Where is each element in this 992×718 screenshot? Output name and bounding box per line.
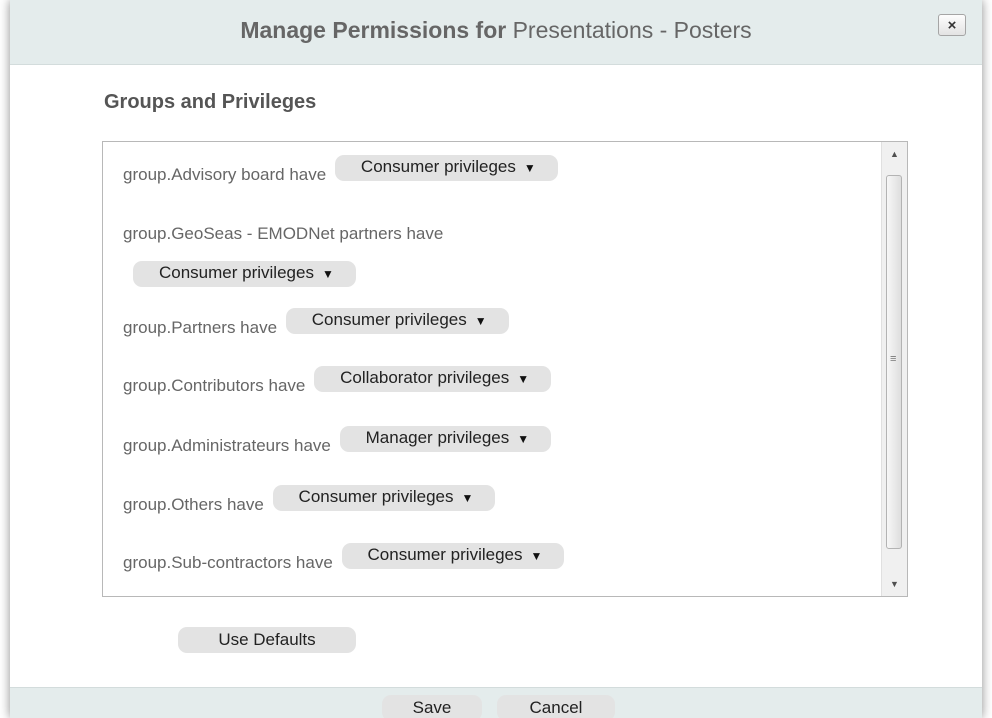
privilege-value: Collaborator privileges: [340, 368, 510, 387]
save-button[interactable]: Save: [382, 695, 482, 718]
privilege-value: Consumer privileges: [367, 545, 523, 564]
permissions-list: group.Advisory board have Consumer privi…: [102, 141, 908, 597]
permission-row-administrateurs: group.Administrateurs have Manager privi…: [123, 426, 552, 456]
privilege-dropdown[interactable]: Consumer privileges ▼: [272, 485, 496, 511]
close-button[interactable]: ×: [938, 14, 966, 36]
privilege-dropdown[interactable]: Collaborator privileges ▼: [314, 366, 552, 392]
group-label: group.Administrateurs have: [123, 436, 331, 455]
dialog-title-target: Presentations - Posters: [512, 17, 752, 43]
privilege-dropdown[interactable]: Manager privileges ▼: [339, 426, 552, 452]
caret-down-icon: ▼: [461, 491, 474, 505]
dialog-footer: Save Cancel: [10, 687, 982, 718]
permission-row-partners: group.Partners have Consumer privileges ▼: [123, 308, 509, 338]
privilege-value: Consumer privileges: [298, 487, 454, 506]
group-label: group.Others have: [123, 495, 264, 514]
group-label: group.GeoSeas - EMODNet partners have: [123, 224, 444, 243]
dialog-title-prefix: Manage Permissions for: [240, 17, 507, 43]
privilege-dropdown[interactable]: Consumer privileges ▼: [285, 308, 509, 334]
dialog-titlebar: Manage Permissions for Presentations - P…: [10, 0, 982, 65]
grip-icon: ≡: [890, 353, 897, 365]
privilege-dropdown[interactable]: Consumer privileges ▼: [334, 155, 558, 181]
group-label: group.Advisory board have: [123, 165, 327, 184]
caret-down-icon: ▼: [523, 161, 536, 175]
group-label: group.Partners have: [123, 318, 278, 337]
permission-row-geoseas-select: Consumer privileges ▼: [133, 261, 356, 287]
permission-row-others: group.Others have Consumer privileges ▼: [123, 485, 496, 515]
privilege-value: Manager privileges: [365, 428, 510, 447]
privilege-value: Consumer privileges: [311, 310, 467, 329]
section-title: Groups and Privileges: [104, 91, 317, 113]
permission-row-contributors: group.Contributors have Collaborator pri…: [123, 366, 552, 396]
scroll-up-arrow-icon[interactable]: ▲: [882, 144, 907, 164]
scroll-down-arrow-icon[interactable]: ▼: [882, 574, 907, 594]
caret-down-icon: ▼: [517, 372, 530, 386]
manage-permissions-dialog: Manage Permissions for Presentations - P…: [10, 0, 982, 718]
cancel-button[interactable]: Cancel: [497, 695, 615, 718]
privilege-value: Consumer privileges: [360, 157, 516, 176]
permission-row-geoseas: group.GeoSeas - EMODNet partners have: [123, 224, 443, 244]
permission-row-advisory-board: group.Advisory board have Consumer privi…: [123, 155, 558, 185]
group-label: group.Contributors have: [123, 376, 306, 395]
group-label: group.Sub-contractors have: [123, 553, 333, 572]
privilege-dropdown[interactable]: Consumer privileges ▼: [133, 261, 356, 287]
caret-down-icon: ▼: [321, 267, 334, 281]
vertical-scrollbar[interactable]: ▲ ≡ ▼: [881, 142, 907, 596]
privilege-value: Consumer privileges: [159, 263, 314, 282]
close-icon: ×: [947, 16, 957, 34]
caret-down-icon: ▼: [517, 432, 530, 446]
permission-row-sub-contractors: group.Sub-contractors have Consumer priv…: [123, 543, 565, 573]
dialog-title: Manage Permissions for Presentations - P…: [10, 17, 982, 44]
privilege-dropdown[interactable]: Consumer privileges ▼: [341, 543, 565, 569]
use-defaults-button[interactable]: Use Defaults: [178, 627, 356, 653]
scrollbar-thumb[interactable]: ≡: [886, 175, 902, 549]
caret-down-icon: ▼: [474, 314, 487, 328]
caret-down-icon: ▼: [530, 549, 543, 563]
